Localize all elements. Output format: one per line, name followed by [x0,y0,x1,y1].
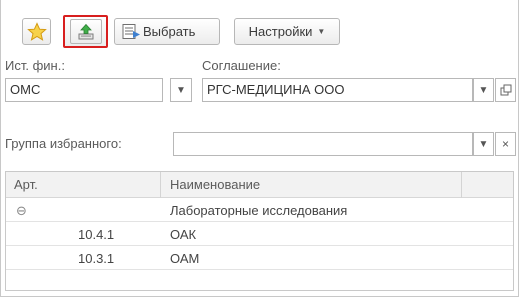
chevron-down-icon: ▼ [317,27,326,36]
agreement-open-button[interactable] [495,78,516,102]
source-dropdown-button[interactable]: ▼ [170,78,192,102]
agreement-field[interactable]: РГС-МЕДИЦИНА ООО [202,78,473,102]
close-icon: × [501,137,509,151]
table-group-row[interactable]: ⊖ Лабораторные исследования [6,199,513,222]
select-button[interactable]: Выбрать [114,18,220,45]
favorites-group-field[interactable] [173,132,473,156]
source-label: Ист. фин.: [5,58,65,73]
upload-button[interactable] [63,15,108,48]
row-name: ОАК [170,227,197,242]
group-name: Лабораторные исследования [170,203,348,218]
row-article: 10.4.1 [78,227,115,242]
settings-button-label: Настройки [248,24,313,39]
favorites-group-label: Группа избранного: [5,136,122,151]
table-header: Арт. Наименование [6,172,513,198]
select-button-label: Выбрать [143,24,196,39]
favorites-group-clear-button[interactable]: × [495,132,516,156]
column-divider [461,172,462,198]
column-divider [160,172,161,198]
favorite-button[interactable] [22,18,51,45]
row-article: 10.3.1 [78,251,115,266]
table-row[interactable]: 10.3.1 ОАМ [6,247,513,270]
select-list-icon [122,23,140,39]
settings-button[interactable]: Настройки ▼ [234,18,340,45]
source-field[interactable]: ОМС [5,78,163,102]
agreement-dropdown-button[interactable]: ▼ [473,78,494,102]
row-name: ОАМ [170,251,200,266]
favorites-group-dropdown-button[interactable]: ▼ [473,132,494,156]
column-header-name[interactable]: Наименование [170,172,260,198]
chevron-down-icon: ▼ [478,84,489,96]
upload-icon [78,23,93,39]
table-row[interactable]: 10.4.1 ОАК [6,223,513,246]
collapse-icon[interactable]: ⊖ [16,199,27,222]
chevron-down-icon: ▼ [176,84,186,96]
open-window-icon [500,84,511,96]
agreement-label: Соглашение: [202,58,281,73]
column-header-article[interactable]: Арт. [14,172,38,198]
chevron-down-icon: ▼ [478,138,489,150]
items-table[interactable]: Арт. Наименование ⊖ Лабораторные исследо… [5,171,514,291]
star-icon [26,21,47,41]
